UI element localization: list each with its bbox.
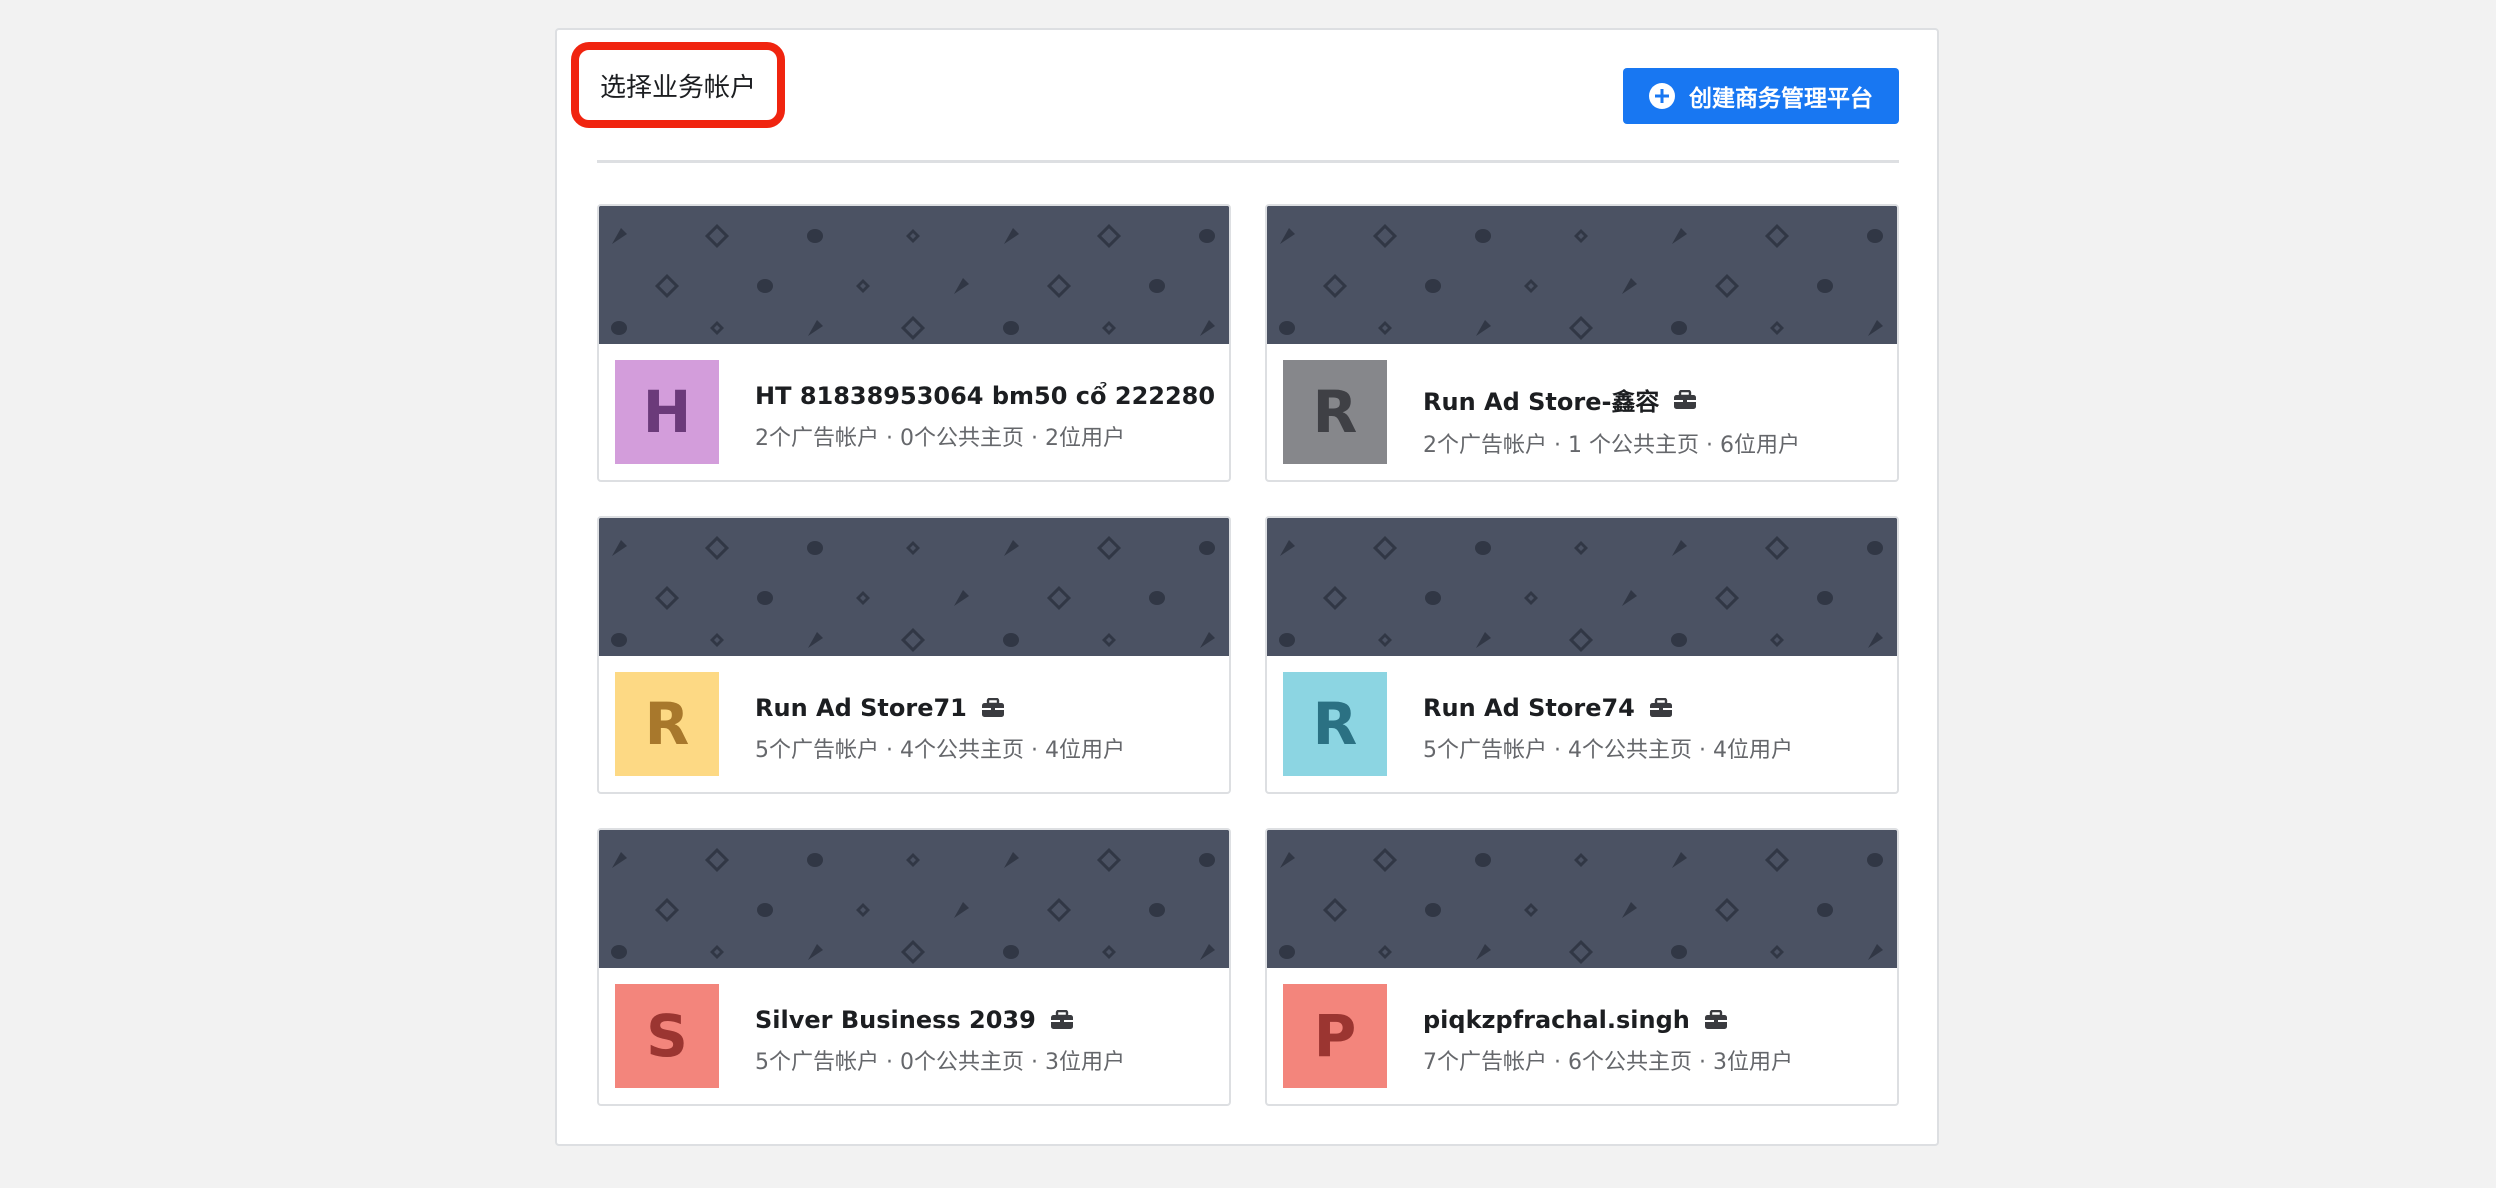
business-name-row: Run Ad Store71	[755, 694, 1217, 722]
briefcase-icon	[1704, 1009, 1728, 1030]
business-info: Silver Business 2039 5个广告帐户 · 0个公共主页 · 3…	[755, 1006, 1217, 1076]
business-name-row: piqkzpfrachal.singh	[1423, 1006, 1885, 1034]
business-avatar: R	[1283, 672, 1387, 776]
plus-circle-icon	[1649, 83, 1675, 109]
panel-header: 选择业务帐户 创建商务管理平台	[557, 30, 1937, 166]
business-card[interactable]: H HT 81838953064 bm50 cổ 222280 2个广告帐户 ·…	[597, 204, 1231, 482]
business-stats: 2个广告帐户 · 0个公共主页 · 2位用户	[755, 426, 1125, 451]
business-info: Run Ad Store71 5个广告帐户 · 4个公共主页 · 4位用户	[755, 694, 1217, 764]
business-selector-panel: 选择业务帐户 创建商务管理平台 H HT 81838953064 bm50 cổ…	[555, 28, 1939, 1146]
briefcase-icon	[1050, 1009, 1074, 1030]
business-card[interactable]: S Silver Business 2039 5个广告帐户 · 0个公共主页 ·…	[597, 828, 1231, 1106]
business-name: piqkzpfrachal.singh	[1423, 1006, 1690, 1034]
business-info: Run Ad Store-鑫容 2个广告帐户 · 1 个公共主页 · 6位用户	[1423, 382, 1885, 459]
title-highlight: 选择业务帐户	[571, 42, 785, 128]
business-card[interactable]: R Run Ad Store-鑫容 2个广告帐户 · 1 个公共主页 · 6位用…	[1265, 204, 1899, 482]
create-button-label: 创建商务管理平台	[1689, 86, 1873, 112]
business-stats: 2个广告帐户 · 1 个公共主页 · 6位用户	[1423, 433, 1800, 458]
card-cover	[1267, 518, 1897, 656]
business-card[interactable]: R Run Ad Store74 5个广告帐户 · 4个公共主页 · 4位用户	[1265, 516, 1899, 794]
briefcase-icon	[1649, 697, 1673, 718]
briefcase-icon	[1673, 389, 1697, 410]
card-cover	[599, 206, 1229, 344]
business-stats: 5个广告帐户 · 0个公共主页 · 3位用户	[755, 1050, 1125, 1075]
business-info: HT 81838953064 bm50 cổ 222280 2个广告帐户 · 0…	[755, 382, 1217, 452]
business-info: piqkzpfrachal.singh 7个广告帐户 · 6个公共主页 · 3位…	[1423, 1006, 1885, 1076]
card-cover	[599, 518, 1229, 656]
business-name: Run Ad Store71	[755, 694, 967, 722]
business-stats: 5个广告帐户 · 4个公共主页 · 4位用户	[755, 738, 1125, 763]
briefcase-icon	[1229, 386, 1231, 406]
business-name-row: Silver Business 2039	[755, 1006, 1217, 1034]
business-card[interactable]: P piqkzpfrachal.singh 7个广告帐户 · 6个公共主页 · …	[1265, 828, 1899, 1106]
card-cover	[599, 830, 1229, 968]
page-title: 选择业务帐户	[599, 72, 756, 103]
business-avatar: S	[615, 984, 719, 1088]
business-info: Run Ad Store74 5个广告帐户 · 4个公共主页 · 4位用户	[1423, 694, 1885, 764]
business-card[interactable]: R Run Ad Store71 5个广告帐户 · 4个公共主页 · 4位用户	[597, 516, 1231, 794]
business-name-row: Run Ad Store-鑫容	[1423, 382, 1885, 417]
business-grid: H HT 81838953064 bm50 cổ 222280 2个广告帐户 ·…	[597, 204, 1899, 1106]
business-avatar: H	[615, 360, 719, 464]
header-divider	[597, 160, 1899, 163]
create-business-manager-button[interactable]: 创建商务管理平台	[1623, 68, 1899, 124]
business-stats: 7个广告帐户 · 6个公共主页 · 3位用户	[1423, 1050, 1793, 1075]
business-name: HT 81838953064 bm50 cổ 222280	[755, 382, 1216, 410]
business-avatar: R	[1283, 360, 1387, 464]
business-name-row: HT 81838953064 bm50 cổ 222280	[755, 382, 1217, 410]
briefcase-icon	[981, 697, 1005, 718]
business-stats: 5个广告帐户 · 4个公共主页 · 4位用户	[1423, 738, 1793, 763]
business-avatar: R	[615, 672, 719, 776]
card-cover	[1267, 830, 1897, 968]
business-name-row: Run Ad Store74	[1423, 694, 1885, 722]
business-name: Run Ad Store74	[1423, 694, 1635, 722]
business-name: Silver Business 2039	[755, 1006, 1036, 1034]
business-avatar: P	[1283, 984, 1387, 1088]
card-cover	[1267, 206, 1897, 344]
business-name: Run Ad Store-鑫容	[1423, 388, 1660, 416]
